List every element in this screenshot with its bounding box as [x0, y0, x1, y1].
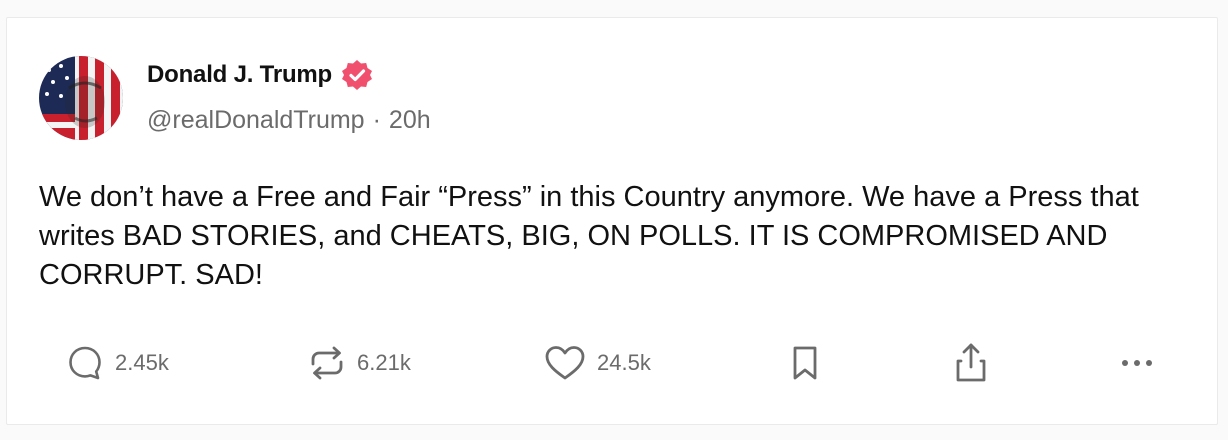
more-icon — [1117, 343, 1157, 383]
more-options-button[interactable] — [1117, 340, 1157, 386]
post-body: We don’t have a Free and Fair “Press” in… — [39, 181, 1139, 291]
reply-button[interactable]: 2.45k — [65, 340, 169, 386]
avatar[interactable] — [39, 56, 123, 140]
post-card[interactable]: Donald J. Trump @realDonaldTrump · 20h W… — [6, 17, 1218, 425]
comment-icon — [65, 343, 105, 383]
share-icon — [953, 342, 989, 384]
author-display-name[interactable]: Donald J. Trump — [147, 61, 332, 89]
share-button[interactable] — [953, 340, 989, 386]
author-name-row: Donald J. Trump — [147, 58, 374, 92]
post-timestamp[interactable]: 20h — [389, 106, 431, 135]
bookmark-button[interactable] — [787, 340, 823, 386]
avatar-image — [39, 56, 123, 140]
repost-icon — [307, 343, 347, 383]
author-meta-row: @realDonaldTrump · 20h — [147, 106, 431, 135]
reply-count: 2.45k — [115, 350, 169, 375]
like-button[interactable]: 24.5k — [543, 340, 651, 386]
author-handle[interactable]: @realDonaldTrump — [147, 106, 365, 135]
verified-badge-icon — [340, 58, 374, 92]
meta-separator: · — [372, 106, 381, 134]
repost-count: 6.21k — [357, 350, 411, 375]
repost-button[interactable]: 6.21k — [307, 340, 411, 386]
action-bar: 2.45k 6.21k 24.5k — [7, 340, 1217, 386]
like-count: 24.5k — [597, 350, 651, 375]
heart-icon — [543, 343, 587, 383]
bookmark-icon — [787, 343, 823, 383]
